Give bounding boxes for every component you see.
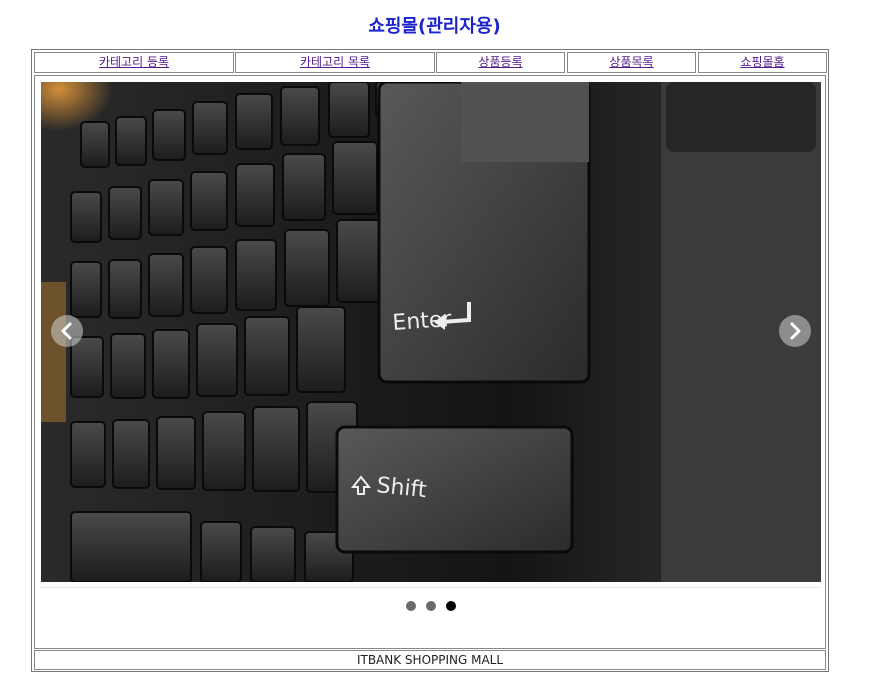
slider-dot-3[interactable] <box>446 601 456 611</box>
menu-shop-home[interactable]: 쇼핑몰홈 <box>698 52 827 73</box>
slider-dot-1[interactable] <box>406 601 416 611</box>
menu-product-list[interactable]: 상품목록 <box>567 52 696 73</box>
footer: ITBANK SHOPPING MALL <box>34 650 826 670</box>
slider-prev-button[interactable] <box>51 315 83 347</box>
content-area: Enter Shift <box>34 75 826 649</box>
slider-divider <box>41 587 821 588</box>
menu-category-register[interactable]: 카테고리 등록 <box>34 52 234 73</box>
slider-next-button[interactable] <box>779 315 811 347</box>
page-title: 쇼핑몰(관리자용) <box>368 16 501 37</box>
image-slider[interactable]: Enter Shift <box>41 82 821 582</box>
shift-key-label: Shift <box>375 473 428 503</box>
layout-table: 카테고리 등록 카테고리 목록 상품등록 상품목록 쇼핑몰홈 Enter Shi… <box>31 49 829 672</box>
chevron-left-icon <box>61 322 72 340</box>
menu-category-list[interactable]: 카테고리 목록 <box>235 52 435 73</box>
slide-image: Enter Shift <box>41 82 821 582</box>
slider-pagination <box>35 601 827 613</box>
menu-product-register[interactable]: 상품등록 <box>436 52 565 73</box>
slider-dot-2[interactable] <box>426 601 436 611</box>
chevron-right-icon <box>790 322 801 340</box>
